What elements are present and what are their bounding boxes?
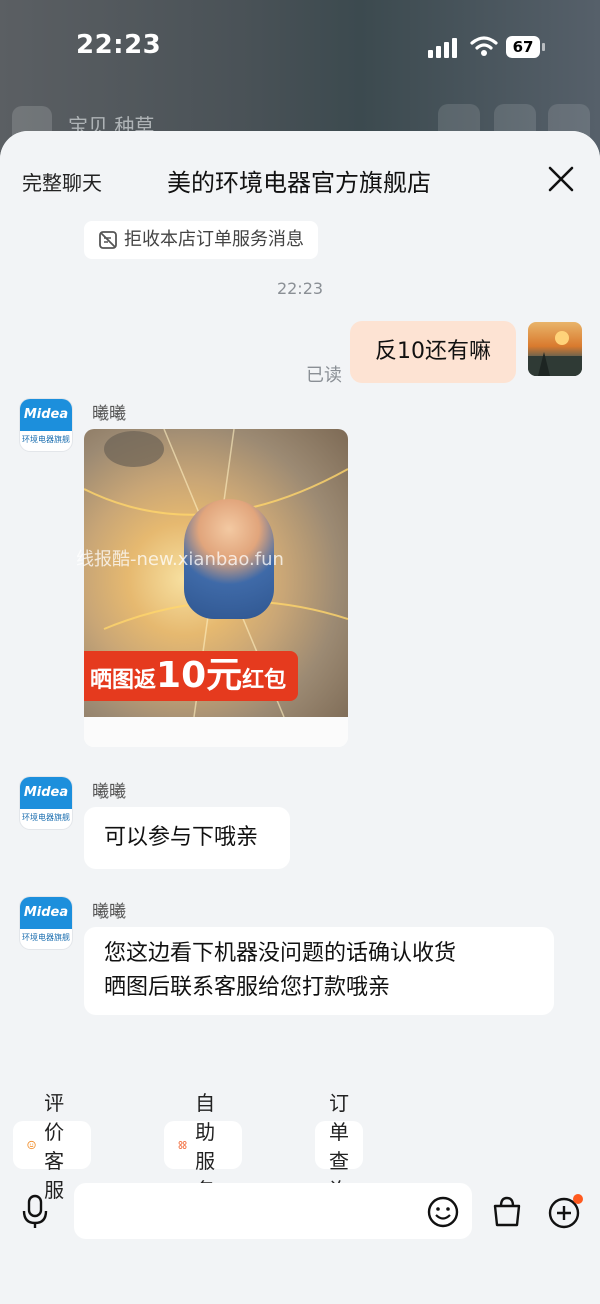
midea-logo: Midea <box>20 777 72 809</box>
status-time: 22:23 <box>76 30 162 60</box>
shop-avatar[interactable]: Midea 环境电器旗舰店 <box>20 399 72 451</box>
user-avatar[interactable] <box>528 322 582 376</box>
battery-tip <box>542 43 545 51</box>
sender-name: 曦曦 <box>92 404 126 424</box>
image-footer <box>84 717 348 747</box>
close-icon[interactable] <box>545 163 577 195</box>
my-message-bubble[interactable]: 反10还有嘛 <box>350 321 516 383</box>
message-input[interactable] <box>74 1183 472 1239</box>
status-bar: 22:23 67 <box>0 0 600 96</box>
order-query-button[interactable]: 订单查询 <box>315 1091 363 1202</box>
smile-icon <box>27 1140 36 1150</box>
midea-logo: Midea <box>20 897 72 929</box>
notification-dot <box>573 1194 583 1204</box>
chat-timestamp: 22:23 <box>276 279 324 298</box>
mute-message-icon <box>99 231 117 249</box>
shop-message-bubble[interactable]: 您这边看下机器没问题的话确认收货 晒图后联系客服给您打款哦亲 <box>84 927 554 1015</box>
reject-label: 拒收本店订单服务消息 <box>124 229 304 250</box>
chat-sheet: 完整聊天 美的环境电器官方旗舰店 拒收本店订单服务消息 22:23 已读 反10… <box>0 131 600 1304</box>
chat-header: 完整聊天 美的环境电器官方旗舰店 <box>0 131 600 227</box>
sender-name: 曦曦 <box>92 902 126 922</box>
input-bar <box>0 1181 600 1243</box>
battery-indicator: 67 <box>506 36 540 58</box>
emoji-icon[interactable] <box>426 1195 460 1229</box>
message-line: 您这边看下机器没问题的话确认收货 <box>104 941 457 966</box>
shopping-bag-icon[interactable] <box>490 1195 524 1229</box>
shop-avatar-caption: 环境电器旗舰店 <box>22 933 70 942</box>
cellular-signal-icon <box>428 38 462 58</box>
promo-banner: 晒图返10元红包 <box>84 651 298 701</box>
reject-order-messages-button[interactable]: 拒收本店订单服务消息 <box>84 221 318 259</box>
sunset-photo <box>528 331 582 376</box>
read-status: 已读 <box>306 365 342 386</box>
microphone-icon[interactable] <box>20 1193 50 1229</box>
wifi-icon <box>470 36 498 56</box>
plus-icon[interactable] <box>546 1193 586 1231</box>
grid-icon <box>178 1141 187 1149</box>
shop-avatar-caption: 环境电器旗舰店 <box>22 435 70 444</box>
midea-logo: Midea <box>20 399 72 431</box>
shop-avatar[interactable]: Midea 环境电器旗舰店 <box>20 897 72 949</box>
shop-avatar[interactable]: Midea 环境电器旗舰店 <box>20 777 72 829</box>
shop-message-bubble[interactable]: 可以参与下哦亲 <box>84 807 290 869</box>
promo-image-message[interactable]: 晒图返10元红包 <box>84 429 348 747</box>
self-service-button[interactable]: 自助服务 <box>164 1091 242 1202</box>
rate-service-button[interactable]: 评价客服 <box>13 1091 91 1202</box>
shop-name: 美的环境电器官方旗舰店 <box>167 169 431 197</box>
shop-avatar-caption: 环境电器旗舰店 <box>22 813 70 822</box>
message-line: 晒图后联系客服给您打款哦亲 <box>104 975 391 1000</box>
sender-name: 曦曦 <box>92 782 126 802</box>
watermark: 线报酷-new.xianbao.fun <box>76 549 284 570</box>
